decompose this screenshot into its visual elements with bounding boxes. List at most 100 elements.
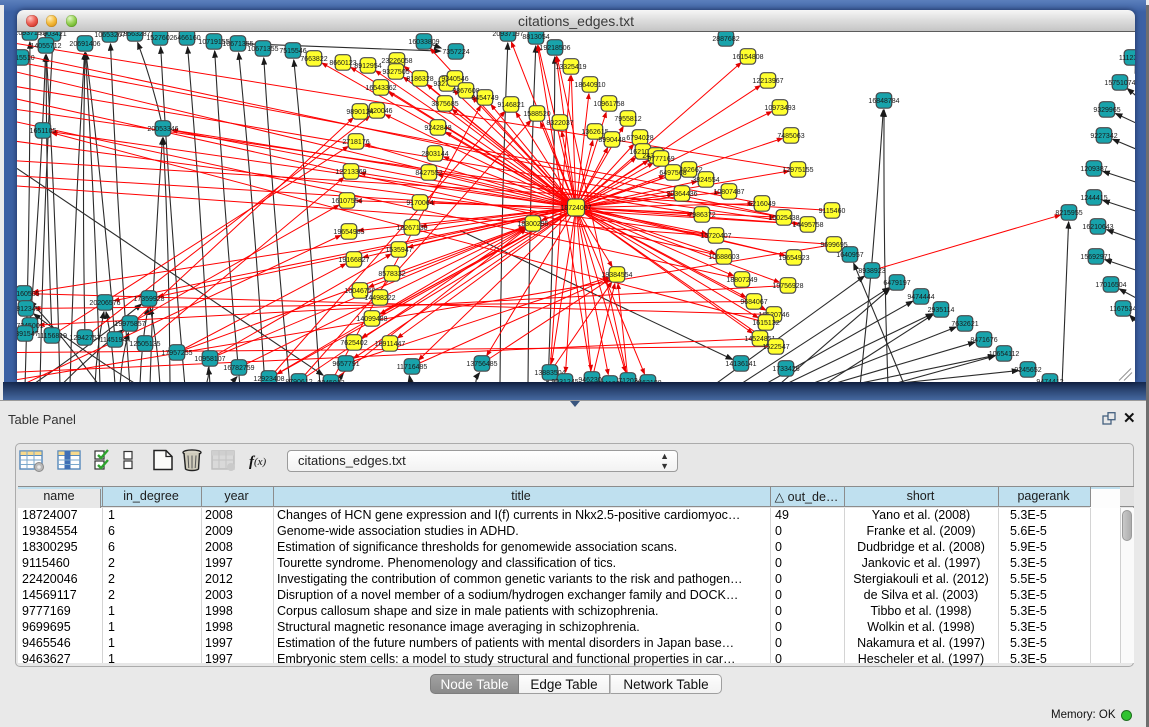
svg-text:9170064: 9170064 bbox=[406, 199, 433, 206]
svg-text:9146821: 9146821 bbox=[497, 101, 524, 108]
svg-text:10654112: 10654112 bbox=[989, 350, 1020, 357]
svg-text:6466160: 6466160 bbox=[173, 34, 200, 41]
svg-text:2718176: 2718176 bbox=[342, 138, 369, 145]
svg-text:15751074: 15751074 bbox=[1104, 79, 1135, 86]
svg-text:1535947: 1535947 bbox=[385, 246, 412, 253]
svg-text:12975155: 12975155 bbox=[782, 166, 813, 173]
svg-text:9327505: 9327505 bbox=[382, 68, 409, 75]
svg-text:14055712: 14055712 bbox=[30, 42, 61, 49]
svg-text:12942757: 12942757 bbox=[69, 334, 100, 341]
svg-text:1640957: 1640957 bbox=[836, 251, 863, 258]
svg-text:16848784: 16848784 bbox=[868, 97, 899, 104]
svg-text:6216049: 6216049 bbox=[748, 200, 775, 207]
svg-text:14498222: 14498222 bbox=[364, 294, 395, 301]
svg-text:10671355: 10671355 bbox=[247, 45, 278, 52]
svg-text:14099488: 14099488 bbox=[356, 315, 387, 322]
svg-text:9474444: 9474444 bbox=[907, 293, 934, 300]
svg-text:7485063: 7485063 bbox=[777, 132, 804, 139]
svg-text:25160505: 25160505 bbox=[17, 290, 40, 297]
svg-text:9340546: 9340546 bbox=[441, 75, 468, 82]
svg-text:9684067: 9684067 bbox=[740, 298, 767, 305]
svg-text:7632621: 7632621 bbox=[951, 320, 978, 327]
svg-text:11716485: 11716485 bbox=[397, 363, 428, 370]
svg-text:10688603: 10688603 bbox=[708, 253, 739, 260]
svg-text:9657791: 9657791 bbox=[332, 360, 359, 367]
svg-text:12213967: 12213967 bbox=[752, 77, 783, 84]
svg-text:16107554: 16107554 bbox=[331, 197, 362, 204]
svg-text:9031245: 9031245 bbox=[551, 378, 578, 382]
svg-text:8813054: 8813054 bbox=[522, 33, 549, 40]
svg-text:6794028: 6794028 bbox=[626, 134, 653, 141]
svg-text:10807487: 10807487 bbox=[713, 188, 744, 195]
svg-text:17957255: 17957255 bbox=[161, 349, 192, 356]
svg-text:20937197: 20937197 bbox=[492, 32, 523, 38]
svg-text:14495758: 14495758 bbox=[792, 221, 823, 228]
svg-text:12505135: 12505135 bbox=[129, 340, 160, 347]
svg-text:20206576: 20206576 bbox=[89, 299, 120, 306]
svg-text:9245013: 9245013 bbox=[317, 379, 344, 382]
svg-text:15720407: 15720407 bbox=[700, 232, 731, 239]
svg-text:9777169: 9777169 bbox=[647, 155, 674, 162]
svg-text:2867608: 2867608 bbox=[452, 87, 479, 94]
svg-text:18640910: 18640910 bbox=[574, 81, 605, 88]
svg-text:9391547: 9391547 bbox=[17, 330, 39, 337]
svg-text:12923408: 12923408 bbox=[253, 375, 284, 382]
svg-text:14136141: 14136141 bbox=[725, 360, 756, 367]
svg-text:8578332: 8578332 bbox=[378, 270, 405, 277]
svg-text:16543362: 16543362 bbox=[365, 84, 396, 91]
svg-text:9227342: 9227342 bbox=[1090, 132, 1117, 139]
svg-text:16154808: 16154808 bbox=[732, 53, 763, 60]
svg-text:8790612: 8790612 bbox=[285, 378, 312, 382]
svg-text:1733426: 1733426 bbox=[772, 365, 799, 372]
svg-text:8912954: 8912954 bbox=[354, 62, 381, 69]
svg-text:20691406: 20691406 bbox=[69, 40, 100, 47]
svg-text:19756928: 19756928 bbox=[772, 282, 803, 289]
svg-text:8938923: 8938923 bbox=[858, 267, 885, 274]
svg-text:7663822: 7663822 bbox=[300, 55, 327, 62]
svg-text:10961758: 10961758 bbox=[593, 100, 624, 107]
svg-text:7625402: 7625402 bbox=[340, 339, 367, 346]
svg-text:18724007: 18724007 bbox=[560, 204, 591, 211]
svg-text:1651105: 1651105 bbox=[30, 127, 57, 134]
svg-text:18300295: 18300295 bbox=[517, 220, 548, 227]
svg-text:16911447: 16911447 bbox=[375, 340, 406, 347]
svg-text:19975857: 19975857 bbox=[114, 320, 145, 327]
svg-text:3875685: 3875685 bbox=[431, 100, 458, 107]
svg-text:8215955: 8215955 bbox=[1055, 209, 1082, 216]
svg-text:10973493: 10973493 bbox=[764, 104, 795, 111]
svg-text:9115460: 9115460 bbox=[819, 207, 846, 214]
svg-text:9245652: 9245652 bbox=[1014, 366, 1041, 373]
svg-text:10046758: 10046758 bbox=[344, 287, 375, 294]
svg-text:9462188: 9462188 bbox=[634, 379, 661, 382]
svg-text:10958107: 10958107 bbox=[194, 355, 225, 362]
svg-text:1209387: 1209387 bbox=[1080, 165, 1107, 172]
svg-text:(x): (x) bbox=[254, 456, 267, 468]
svg-text:16033809: 16033809 bbox=[408, 38, 439, 45]
svg-text:8660123: 8660123 bbox=[329, 59, 356, 66]
svg-text:11451944: 11451944 bbox=[100, 336, 131, 343]
svg-text:7515546: 7515546 bbox=[279, 47, 306, 54]
svg-text:7357224: 7357224 bbox=[442, 48, 469, 55]
svg-text:9015510: 9015510 bbox=[17, 54, 35, 61]
svg-text:9812345: 9812345 bbox=[17, 305, 40, 312]
svg-text:16782759: 16782759 bbox=[223, 364, 254, 371]
svg-text:1112345: 1112345 bbox=[1119, 54, 1135, 61]
svg-text:17359928: 17359928 bbox=[133, 295, 164, 302]
svg-text:9890124: 9890124 bbox=[346, 108, 373, 115]
svg-text:18267130: 18267130 bbox=[396, 224, 427, 231]
svg-text:8454749: 8454749 bbox=[471, 94, 498, 101]
svg-text:9699695: 9699695 bbox=[820, 241, 847, 248]
svg-text:1244415: 1244415 bbox=[1080, 194, 1107, 201]
svg-text:10025438: 10025438 bbox=[768, 214, 799, 221]
svg-text:19384554: 19384554 bbox=[601, 271, 632, 278]
svg-text:6479197: 6479197 bbox=[883, 279, 910, 286]
svg-text:19218506: 19218506 bbox=[539, 44, 570, 51]
svg-text:8990448: 8990448 bbox=[598, 136, 625, 143]
svg-text:8841205: 8841205 bbox=[596, 380, 623, 382]
svg-text:1615132: 1615132 bbox=[752, 319, 779, 326]
svg-text:9242848: 9242848 bbox=[424, 124, 451, 131]
svg-text:11156819: 11156819 bbox=[37, 332, 67, 339]
svg-text:18807249: 18807249 bbox=[726, 276, 757, 283]
svg-text:19166827: 19166827 bbox=[338, 256, 369, 263]
svg-text:1527602: 1527602 bbox=[146, 34, 173, 41]
